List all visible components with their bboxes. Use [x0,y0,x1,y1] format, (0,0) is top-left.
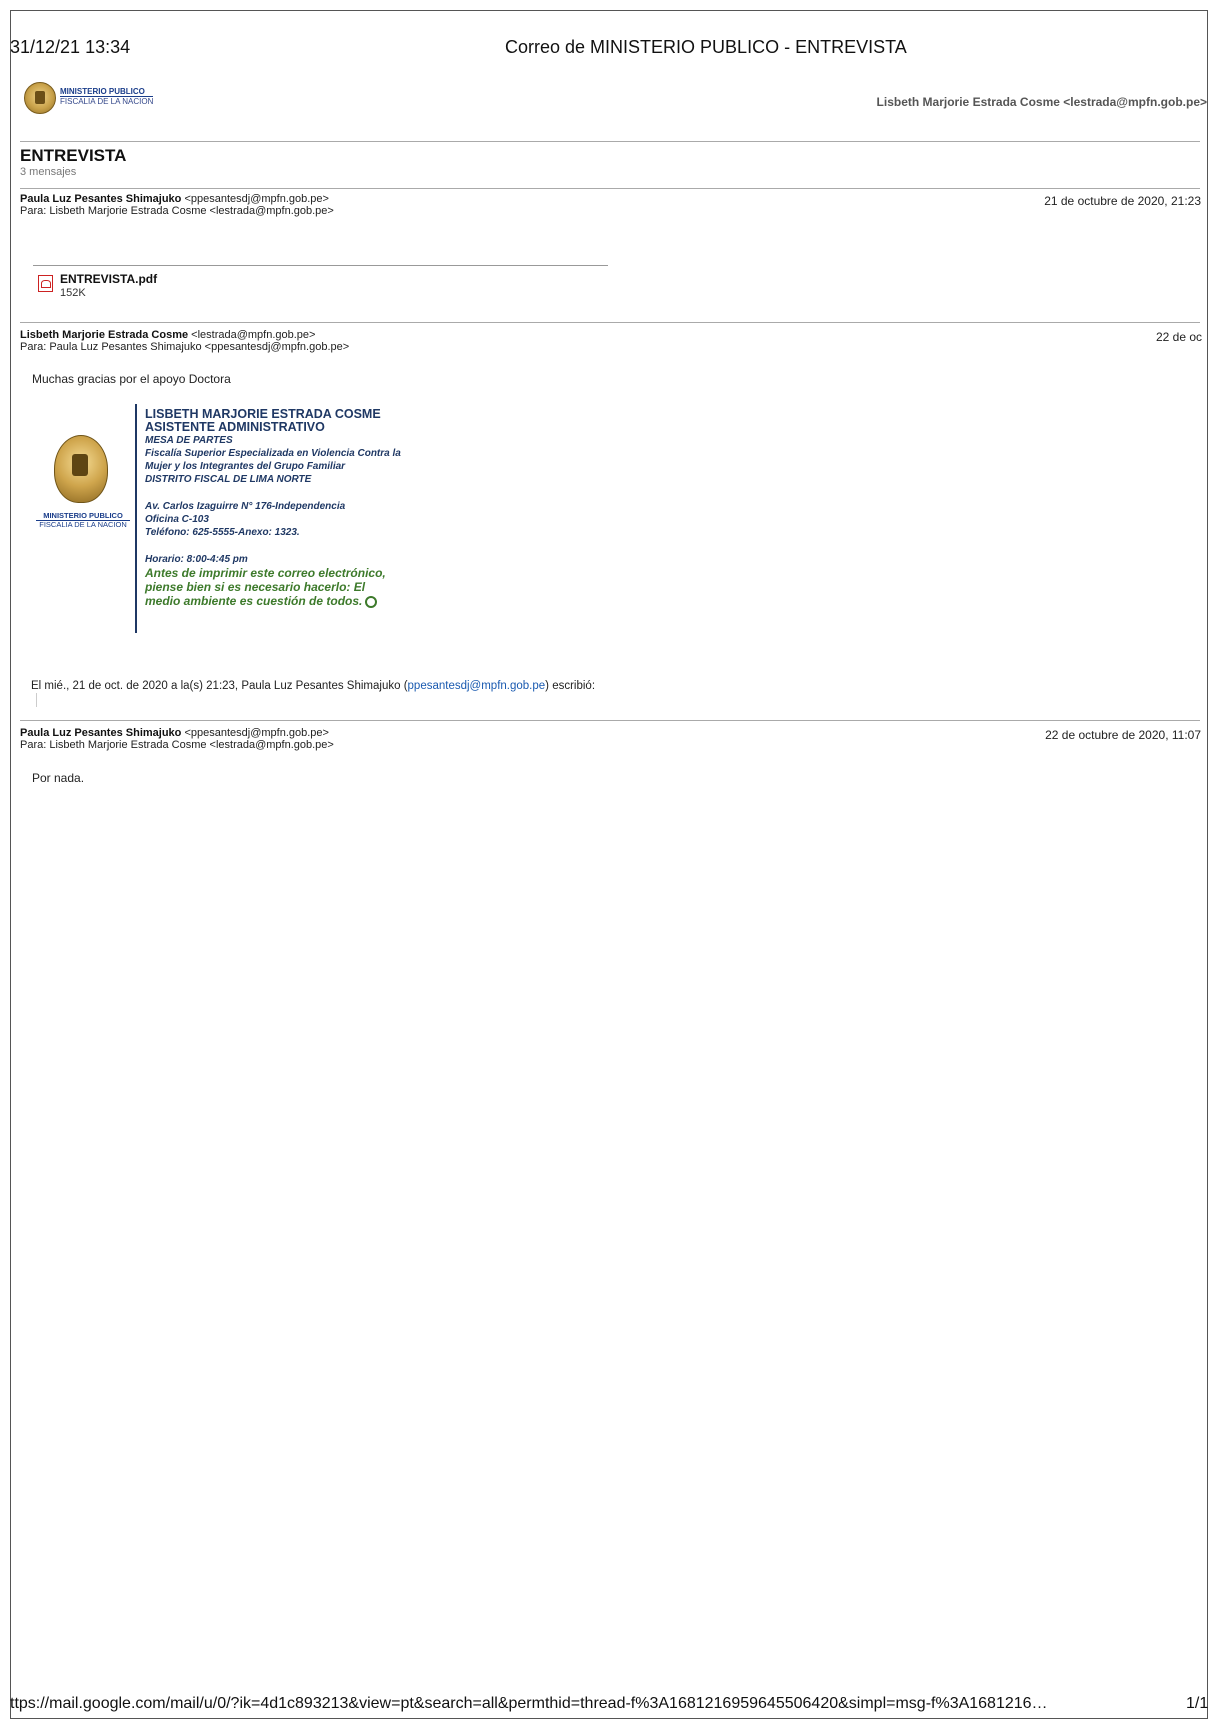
signature-office: Fiscalía Superior Especializada en Viole… [145,448,401,459]
signature-hours: Horario: 8:00-4:45 pm [145,554,248,565]
pdf-icon [38,275,53,292]
attachment-size: 152K [60,287,86,299]
eco-note: piense bien si es necesario hacerlo: El [145,580,366,594]
recipient: Para: Paula Luz Pesantes Shimajuko <ppes… [20,341,350,353]
recipient: Para: Lisbeth Marjorie Estrada Cosme <le… [20,205,334,217]
page-frame [10,10,1208,1719]
message-header: Lisbeth Marjorie Estrada Cosme <lestrada… [20,329,349,353]
quote-bar [36,693,37,707]
ministerio-seal-icon [54,435,108,503]
signature-role: ASISTENTE ADMINISTRATIVO [145,420,325,434]
print-title: Correo de MINISTERIO PUBLICO - ENTREVIST… [505,37,907,57]
eco-note: Antes de imprimir este correo electrónic… [145,566,386,580]
signature-phone: Teléfono: 625-5555-Anexo: 1323. [145,527,300,538]
signature-area: MESA DE PARTES [145,435,233,446]
divider [20,188,1200,189]
message-date: 22 de oc [1156,330,1203,344]
sender-email: <ppesantesdj@mpfn.gob.pe> [181,193,329,205]
message-body: Muchas gracias por el apoyo Doctora [32,372,231,386]
message-body: Por nada. [32,771,85,785]
divider [20,720,1200,721]
message-count: 3 mensajes [20,166,77,178]
email-signature: LISBETH MARJORIE ESTRADA COSME ASISTENTE… [145,408,401,609]
sender-name: Lisbeth Marjorie Estrada Cosme [20,329,189,341]
signature-office: Mujer y los Integrantes del Grupo Famili… [145,461,346,472]
recipient: Para: Lisbeth Marjorie Estrada Cosme <le… [20,739,334,751]
print-date: 31/12/21 13:34 [10,37,131,57]
eco-note: medio ambiente es cuestión de todos. [145,594,363,608]
quote-attribution: El mié., 21 de oct. de 2020 a la(s) 21:2… [31,680,596,692]
divider [20,322,1200,323]
print-url: ttps://mail.google.com/mail/u/0/?ik=4d1c… [10,1695,1048,1712]
signature-room: Oficina C-103 [145,514,209,525]
signature-divider [135,404,137,633]
sender-email: <lestrada@mpfn.gob.pe> [188,329,316,341]
attachment-name[interactable]: ENTREVISTA.pdf [60,272,157,286]
eco-leaf-icon [365,595,378,608]
thread-subject: ENTREVISTA [20,146,127,165]
message-date: 21 de octubre de 2020, 21:23 [1044,194,1201,208]
signature-logo-text: MINISTERIO PUBLICO FISCALIA DE LA NACION [36,512,130,529]
account-email: Lisbeth Marjorie Estrada Cosme <lestrada… [876,95,1207,109]
sender-name: Paula Luz Pesantes Shimajuko [20,193,182,205]
sender-email: <ppesantesdj@mpfn.gob.pe> [181,727,329,739]
divider [20,141,1200,142]
page-number: 1/1 [1186,1695,1209,1712]
message-header: Paula Luz Pesantes Shimajuko <ppesantesd… [20,727,334,751]
sender-name: Paula Luz Pesantes Shimajuko [20,727,182,739]
message-header: Paula Luz Pesantes Shimajuko <ppesantesd… [20,193,334,217]
attachment-divider [33,265,608,266]
quote-email-link[interactable]: ppesantesdj@mpfn.gob.pe [408,680,546,692]
signature-district: DISTRITO FISCAL DE LIMA NORTE [145,474,312,485]
ministerio-seal-icon [24,82,56,114]
signature-address: Av. Carlos Izaguirre N° 176-Independenci… [145,501,346,512]
logo-text: MINISTERIO PUBLICO FISCALIA DE LA NACION [60,87,154,106]
message-date: 22 de octubre de 2020, 11:07 [1045,728,1201,742]
